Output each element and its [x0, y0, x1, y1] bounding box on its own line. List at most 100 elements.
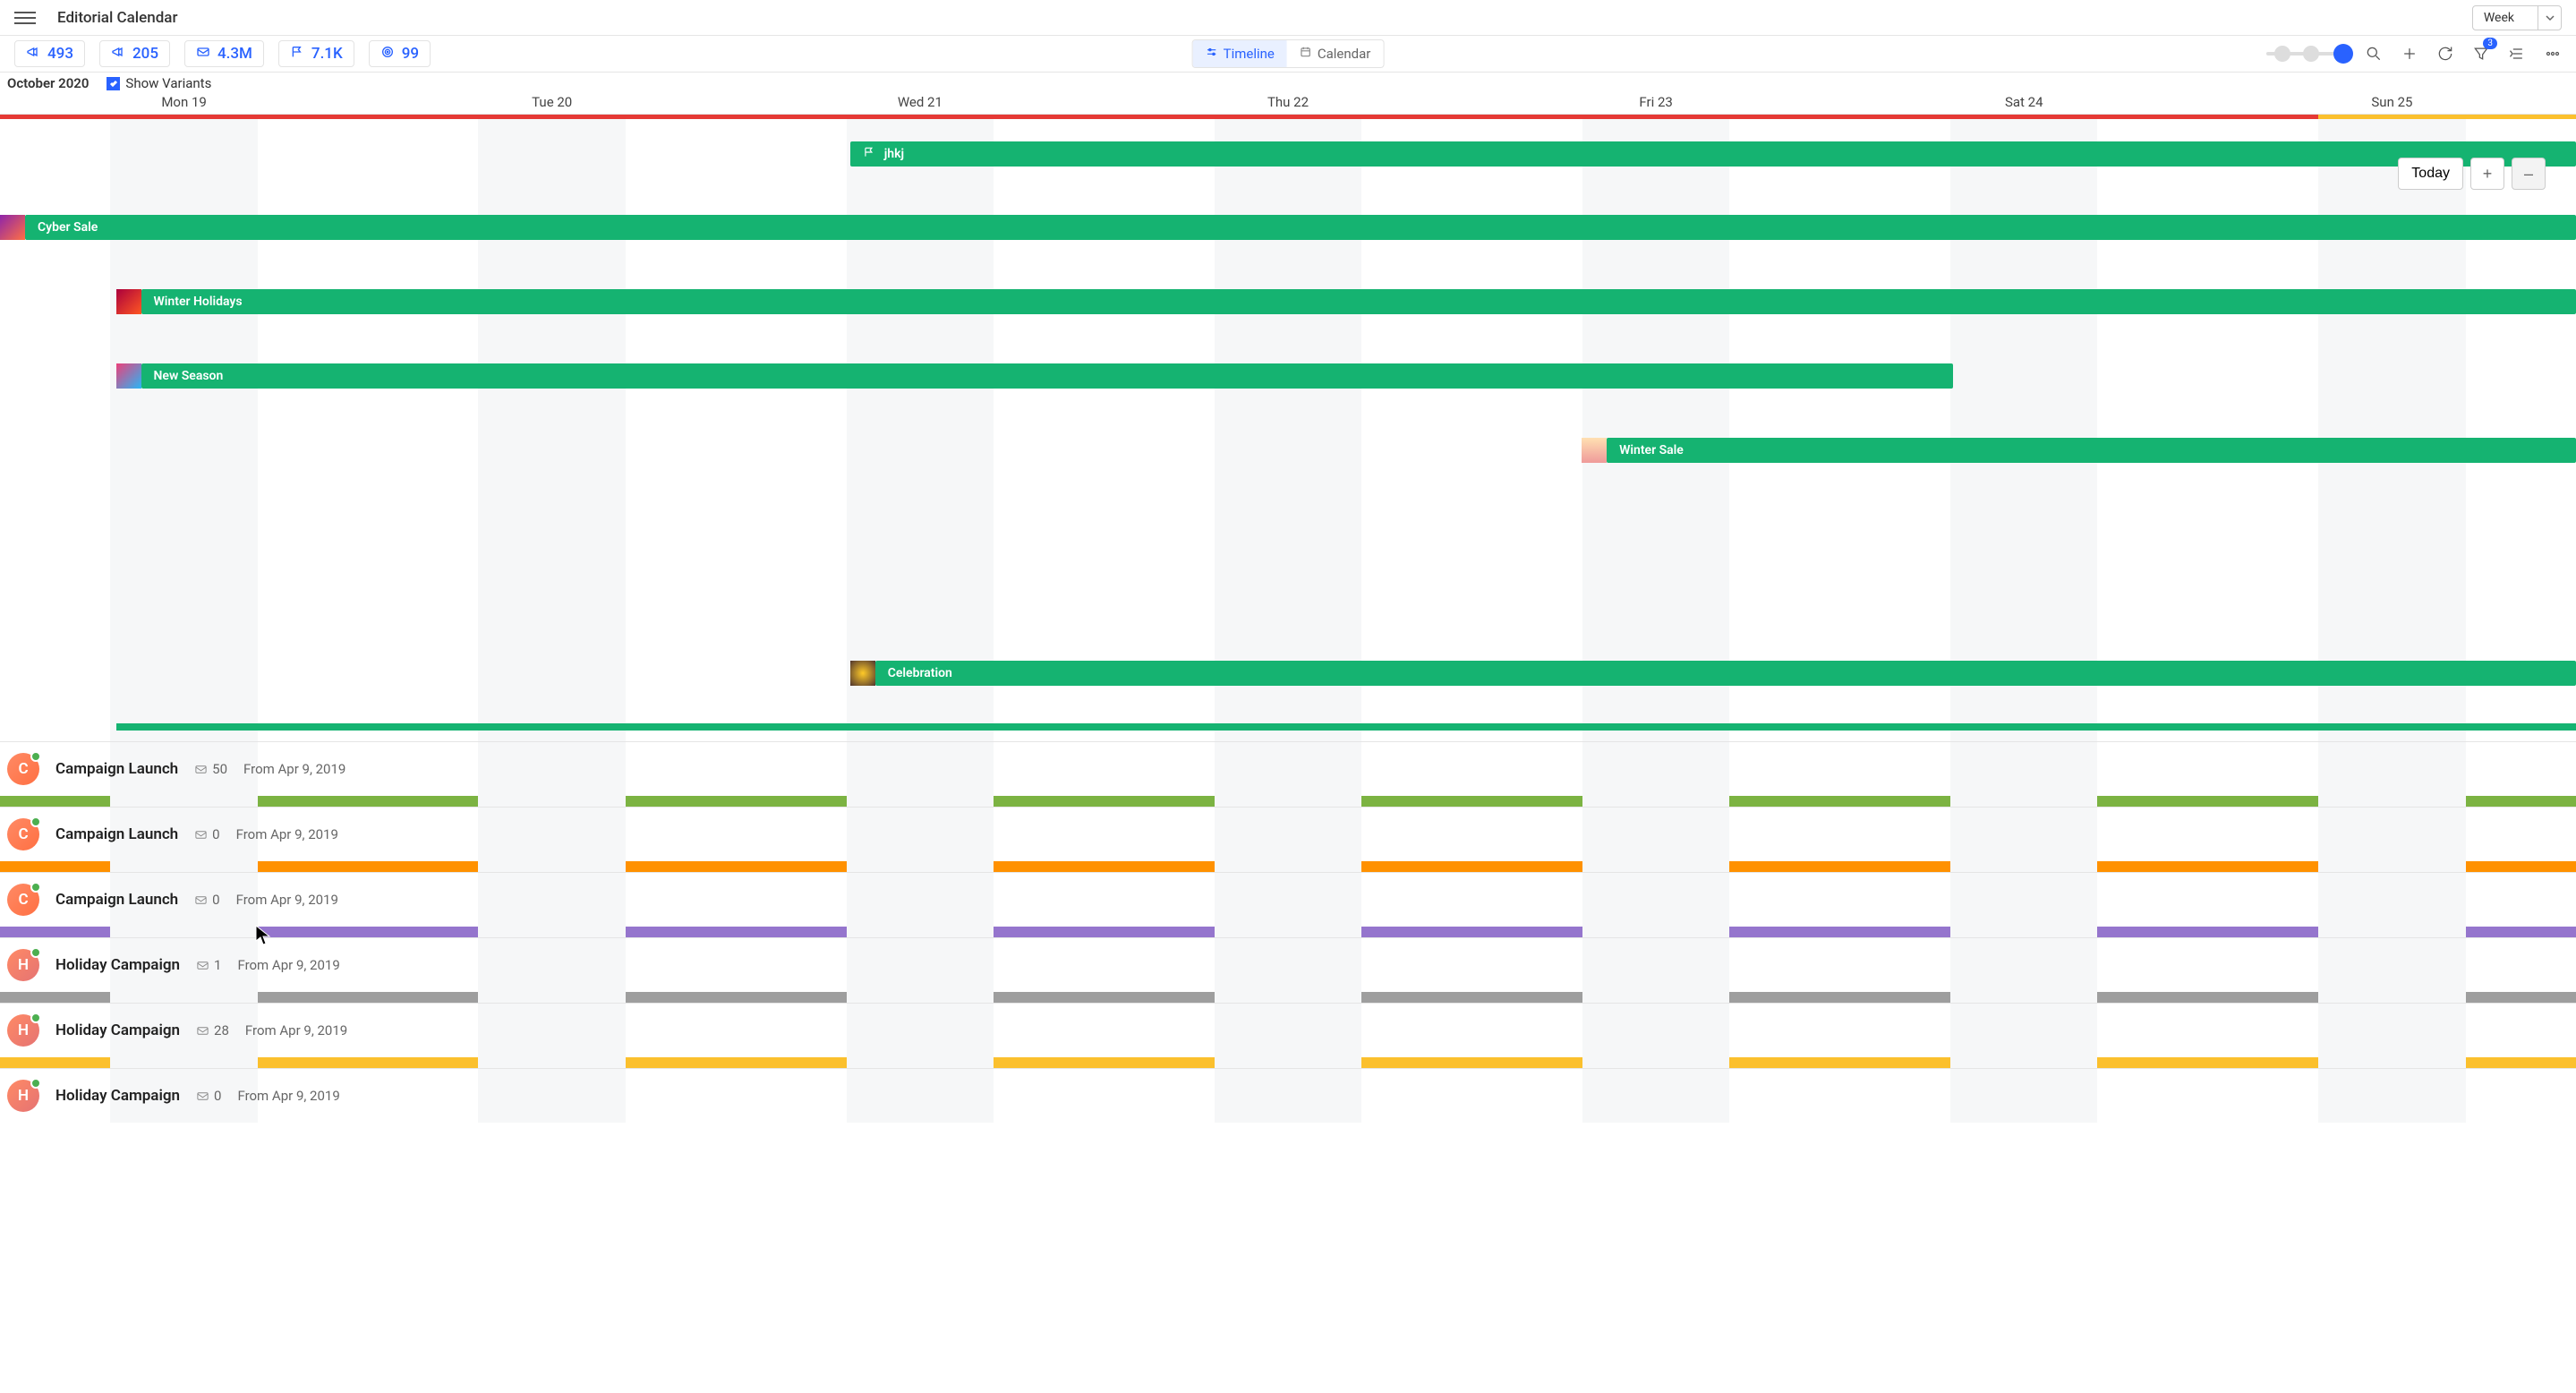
day-header: Mon 19 [0, 94, 368, 114]
timeline-body[interactable]: Today + – jhkj Cyber Sale Winter Holiday… [0, 115, 2576, 741]
range-selector-label: Week [2473, 11, 2538, 25]
item-date: From Apr 9, 2019 [237, 1088, 339, 1104]
item-date: From Apr 9, 2019 [236, 826, 338, 842]
list-item[interactable]: C Campaign Launch 50 From Apr 9, 2019 [0, 741, 2576, 807]
more-button[interactable] [2544, 45, 2562, 63]
bar-label: Winter Holidays [154, 295, 243, 309]
sliders-icon [1206, 46, 1218, 62]
item-count: 0 [194, 826, 219, 842]
avatar: H [7, 949, 39, 981]
list-item[interactable]: H Holiday Campaign 28 From Apr 9, 2019 [0, 1003, 2576, 1068]
timeline-bar-winter-sale[interactable]: Winter Sale [1607, 438, 2576, 463]
event-thumbnail[interactable] [0, 215, 25, 240]
item-title: Campaign Launch [55, 825, 178, 843]
status-dot [30, 882, 41, 893]
flag-icon [290, 45, 304, 63]
item-title: Holiday Campaign [55, 1087, 180, 1105]
range-selector[interactable]: Week [2472, 5, 2562, 30]
stat-value: 7.1K [311, 45, 343, 63]
envelope-icon [196, 45, 210, 63]
zoom-in-button[interactable]: + [2470, 158, 2504, 190]
stat-announcements-1[interactable]: 493 [14, 40, 85, 67]
view-calendar-button[interactable]: Calendar [1287, 40, 1384, 67]
megaphone-icon [26, 45, 40, 63]
avatar: C [7, 818, 39, 850]
status-dot [30, 816, 41, 827]
item-count: 0 [196, 1088, 221, 1104]
toolbar: 493 205 4.3M 7.1K 99 Timeline Calendar [0, 36, 2576, 73]
progress-strip [0, 115, 2576, 119]
menu-button[interactable] [14, 7, 36, 29]
item-count: 28 [196, 1022, 229, 1038]
flag-icon [863, 146, 875, 162]
stat-emails[interactable]: 4.3M [184, 40, 264, 67]
avatar: C [7, 884, 39, 916]
bar-label: jhkj [884, 147, 904, 161]
add-button[interactable] [2401, 45, 2418, 63]
timeline-bar-cyber-sale[interactable]: Cyber Sale [25, 215, 2576, 240]
status-dot [30, 751, 41, 762]
filter-button[interactable]: 3 [2472, 45, 2490, 63]
show-variants-toggle[interactable]: Show Variants [107, 75, 211, 91]
megaphone-icon [111, 45, 125, 63]
event-thumbnail[interactable] [116, 289, 141, 314]
stat-value: 4.3M [218, 45, 252, 63]
timeline-bar-new-season[interactable]: New Season [141, 363, 1953, 389]
item-count: 1 [196, 957, 221, 973]
zoom-slider[interactable] [2266, 52, 2347, 56]
day-header: Tue 20 [368, 94, 736, 114]
status-dot [30, 947, 41, 958]
today-button[interactable]: Today [2398, 158, 2463, 190]
search-button[interactable] [2365, 45, 2383, 63]
zoom-out-button[interactable]: – [2512, 158, 2546, 190]
list-item[interactable]: C Campaign Launch 0 From Apr 9, 2019 [0, 807, 2576, 872]
bar-label: New Season [154, 369, 224, 383]
toolbar-right: 3 [2266, 45, 2562, 63]
item-count: 50 [194, 761, 227, 777]
timeline-bar-winter-holidays[interactable]: Winter Holidays [141, 289, 2576, 314]
list-item[interactable]: C Campaign Launch 0 From Apr 9, 2019 [0, 872, 2576, 937]
timeline-bar-jhkj[interactable]: jhkj [850, 141, 2576, 167]
stat-targets[interactable]: 99 [369, 40, 431, 67]
stat-value: 205 [132, 45, 158, 63]
timeline-header: October 2020 Show Variants Mon 19 Tue 20… [0, 73, 2576, 115]
show-variants-label: Show Variants [125, 75, 211, 91]
timeline-bar-slim[interactable] [116, 723, 2576, 731]
filter-badge: 3 [2483, 38, 2497, 49]
view-toggle: Timeline Calendar [1192, 39, 1385, 68]
list-item[interactable]: H Holiday Campaign 0 From Apr 9, 2019 [0, 1068, 2576, 1123]
day-header: Fri 23 [1472, 94, 1840, 114]
timeline-bar-celebration[interactable]: Celebration [875, 661, 2576, 686]
day-header: Sun 25 [2208, 94, 2576, 114]
stat-value: 99 [402, 45, 419, 63]
refresh-button[interactable] [2436, 45, 2454, 63]
stat-value: 493 [47, 45, 73, 63]
event-thumbnail[interactable] [850, 661, 875, 686]
bar-label: Celebration [888, 666, 952, 680]
avatar: H [7, 1014, 39, 1047]
bar-label: Winter Sale [1619, 443, 1684, 457]
event-thumbnail[interactable] [116, 363, 141, 389]
stat-announcements-2[interactable]: 205 [99, 40, 170, 67]
view-timeline-button[interactable]: Timeline [1193, 40, 1287, 67]
day-header-row: Mon 19 Tue 20 Wed 21 Thu 22 Fri 23 Sat 2… [0, 94, 2576, 114]
view-timeline-label: Timeline [1224, 46, 1275, 62]
avatar: C [7, 753, 39, 785]
item-title: Holiday Campaign [55, 1021, 180, 1039]
item-date: From Apr 9, 2019 [245, 1022, 347, 1038]
target-icon [380, 45, 395, 63]
view-calendar-label: Calendar [1318, 46, 1371, 62]
item-date: From Apr 9, 2019 [236, 892, 338, 908]
day-header: Thu 22 [1104, 94, 1471, 114]
indent-button[interactable] [2508, 45, 2526, 63]
item-count: 0 [194, 892, 219, 908]
calendar-icon [1300, 46, 1312, 62]
list-item[interactable]: H Holiday Campaign 1 From Apr 9, 2019 [0, 937, 2576, 1003]
event-thumbnail[interactable] [1582, 438, 1607, 463]
app-header: Editorial Calendar Week [0, 0, 2576, 36]
checkbox-icon [107, 77, 120, 90]
item-date: From Apr 9, 2019 [237, 957, 339, 973]
item-title: Campaign Launch [55, 760, 178, 778]
item-date: From Apr 9, 2019 [243, 761, 345, 777]
stat-flags[interactable]: 7.1K [278, 40, 354, 67]
